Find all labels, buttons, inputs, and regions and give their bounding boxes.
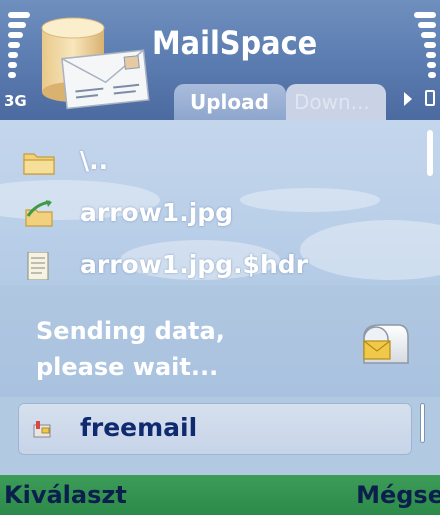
wait-note-line-1: Sending data, — [36, 317, 225, 345]
file-name: \.. — [80, 146, 109, 175]
list-scrollbar[interactable] — [426, 130, 434, 280]
mailspace-app-icon — [41, 17, 150, 110]
text-file-icon — [27, 252, 49, 280]
file-list: \.. arrow1.jpg arrow1.jpg.$hdr — [0, 120, 440, 285]
battery-level-icon — [414, 12, 436, 82]
wait-note-message: Sending data, please wait... — [36, 313, 336, 385]
right-softkey-button[interactable]: Mégse — [356, 481, 440, 509]
selection-list-item[interactable]: freemail — [18, 403, 412, 455]
wait-note-line-2: please wait... — [36, 353, 219, 381]
list-item[interactable]: arrow1.jpg — [0, 192, 420, 236]
list-item[interactable]: \.. — [0, 140, 420, 184]
list-item[interactable]: arrow1.jpg.$hdr — [0, 244, 420, 285]
phone-screen: 3G MailSpace Upload Down... \.. arrow1.j… — [0, 0, 440, 515]
signal-strength-icon — [8, 12, 30, 82]
network-type-label: 3G — [4, 92, 27, 110]
popup-scroll-thumb[interactable] — [420, 403, 425, 443]
image-file-icon — [25, 200, 53, 227]
app-title: MailSpace — [152, 24, 318, 62]
tab-scroll-right-icon[interactable] — [404, 92, 412, 106]
mailbox-icon — [363, 324, 409, 364]
left-softkey-button[interactable]: Kiválaszt — [4, 481, 127, 509]
softkey-bar: Kiválaszt Mégse — [0, 475, 440, 515]
status-pane: 3G MailSpace Upload Down... — [0, 0, 440, 120]
file-name: arrow1.jpg.$hdr — [80, 250, 308, 279]
selection-label: freemail — [80, 413, 198, 442]
tab-download[interactable]: Down... — [286, 84, 386, 120]
file-name: arrow1.jpg — [80, 198, 234, 227]
mailbox-small-icon — [33, 421, 51, 438]
scroll-thumb[interactable] — [427, 130, 433, 176]
folder-icon — [23, 153, 55, 175]
wait-note-header: Sending data, please wait... — [0, 285, 440, 397]
tab-upload[interactable]: Upload — [174, 84, 286, 120]
page-indicator-icon — [425, 90, 435, 106]
popup-scrollbar[interactable] — [420, 403, 426, 443]
